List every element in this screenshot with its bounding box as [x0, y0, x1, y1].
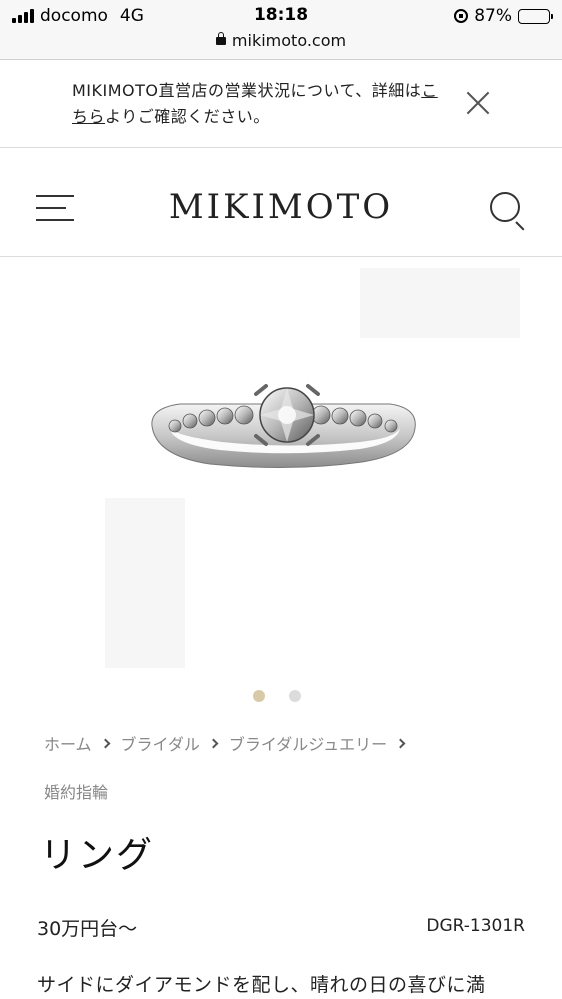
- signal-icon: [12, 9, 34, 23]
- lock-icon: [215, 31, 226, 45]
- status-bar: docomo 4G 18:18 87% mikimoto.com: [0, 0, 562, 60]
- search-icon[interactable]: [488, 190, 528, 231]
- orientation-lock-icon: [454, 9, 469, 23]
- logo-row: MIKIMOTO: [0, 187, 562, 227]
- site-logo[interactable]: MIKIMOTO: [169, 187, 393, 227]
- notice-text-before: MIKIMOTO直営店の営業状況について、詳細は: [72, 81, 422, 100]
- carousel-dot-active[interactable]: [253, 690, 265, 702]
- notice-text-after: よりご確認ください。: [105, 107, 270, 126]
- ring-image: [105, 268, 520, 668]
- site-header: MIKIMOTO: [0, 149, 562, 257]
- product-price: 30万円台〜: [37, 918, 138, 940]
- notice-text: MIKIMOTO直営店の営業状況について、詳細はこちらよりご確認ください。: [72, 78, 442, 130]
- close-icon[interactable]: [465, 90, 491, 116]
- product-title: リング: [40, 835, 155, 876]
- carrier-name: docomo: [40, 6, 108, 26]
- carousel-dot[interactable]: [289, 690, 301, 702]
- battery-icon: [518, 8, 553, 24]
- breadcrumb-engagement-ring[interactable]: 婚約指輪: [44, 779, 108, 803]
- hamburger-menu-icon[interactable]: [36, 195, 74, 223]
- address-bar[interactable]: mikimoto.com: [0, 31, 562, 50]
- breadcrumb-bridal-jewelry[interactable]: ブライダルジュエリー: [229, 731, 387, 755]
- chevron-right-icon: [100, 738, 110, 748]
- breadcrumb-bridal[interactable]: ブライダル: [121, 731, 200, 755]
- status-right: 87%: [454, 6, 553, 26]
- product-image[interactable]: [0, 258, 562, 678]
- battery-percent: 87%: [474, 6, 512, 26]
- clock: 18:18: [253, 5, 309, 25]
- product-code: DGR-1301R: [426, 916, 525, 936]
- breadcrumb: ホーム ブライダル ブライダルジュエリー: [44, 731, 416, 755]
- breadcrumb-home[interactable]: ホーム: [44, 731, 92, 755]
- product-description: サイドにダイアモンドを配し、晴れの日の喜びに満: [37, 974, 486, 996]
- status-left: docomo 4G: [12, 6, 144, 26]
- chevron-right-icon: [208, 738, 219, 748]
- url-text: mikimoto.com: [231, 31, 347, 50]
- network-type: 4G: [119, 6, 144, 26]
- chevron-right-icon: [395, 738, 406, 748]
